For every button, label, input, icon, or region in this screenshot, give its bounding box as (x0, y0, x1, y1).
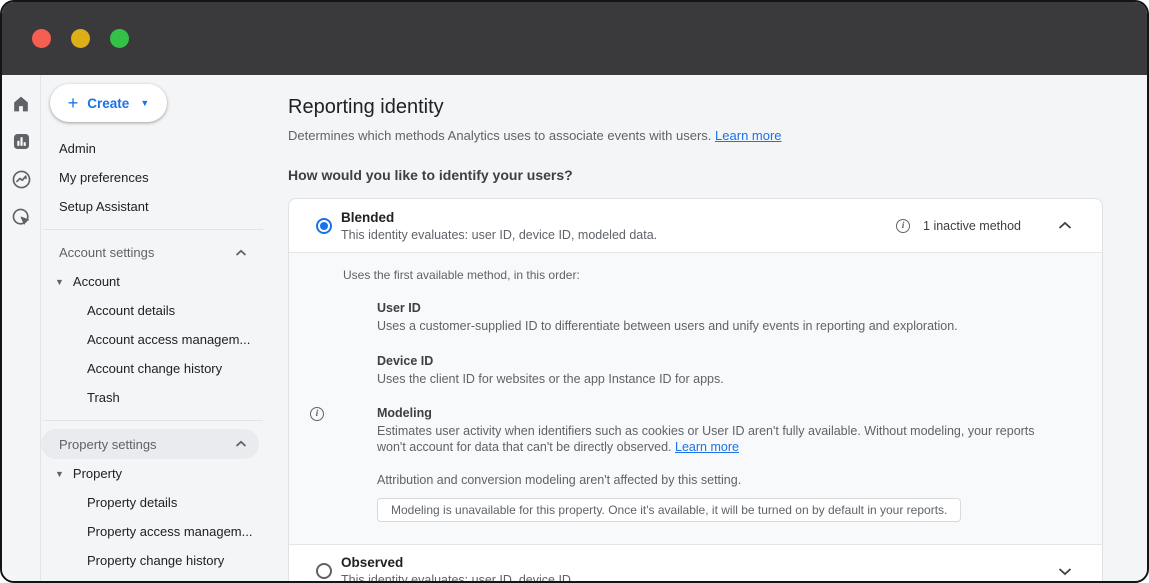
chevron-up-icon (235, 440, 247, 448)
method-name: Device ID (377, 354, 1046, 368)
home-icon[interactable] (11, 93, 32, 114)
method-description: Uses the client ID for websites or the a… (377, 372, 1046, 388)
sidebar-section-label: Account settings (59, 245, 154, 260)
sidebar-item-label: Account change history (87, 361, 222, 376)
sidebar-item-label: Account (73, 274, 120, 289)
sidebar-item-account-details[interactable]: Account details (41, 296, 263, 325)
advertising-icon[interactable] (11, 207, 32, 228)
observed-label: Observed (341, 555, 574, 570)
sidebar-item-property-details[interactable]: Property details (41, 488, 263, 517)
collapse-blended-button[interactable] (1056, 216, 1074, 235)
method-user-id: User ID Uses a customer-supplied ID to d… (343, 301, 1046, 335)
sidebar-item-label: Trash (87, 390, 120, 405)
expander-triangle-icon: ▼ (55, 277, 64, 287)
window-titlebar (2, 2, 1147, 75)
observed-description: This identity evaluates: user ID, device… (341, 573, 574, 583)
blended-details-panel: Uses the first available method, in this… (289, 252, 1102, 545)
chevron-down-icon: ▼ (140, 98, 149, 108)
blended-option-row[interactable]: Blended This identity evaluates: user ID… (289, 199, 1102, 252)
sidebar-section-account-settings[interactable]: Account settings (41, 238, 259, 267)
sidebar-divider (43, 420, 263, 421)
sidebar-item-label: Property (73, 466, 122, 481)
sidebar-item-label: Property access managem... (87, 524, 252, 539)
sidebar-item-property-change-history[interactable]: Property change history (41, 546, 263, 575)
method-modeling: i Modeling Estimates user activity when … (343, 406, 1046, 521)
sidebar-item-property-access-management[interactable]: Property access managem... (41, 517, 263, 546)
sidebar-item-account[interactable]: ▼ Account (41, 267, 263, 296)
sidebar-item-label: Admin (59, 141, 96, 156)
sidebar-item-label: Setup Assistant (59, 199, 149, 214)
minimize-window-button[interactable] (71, 29, 90, 48)
expander-triangle-icon: ▼ (55, 469, 64, 479)
method-name: Modeling (377, 406, 1046, 420)
close-window-button[interactable] (32, 29, 51, 48)
traffic-lights (32, 29, 129, 48)
sidebar-item-property[interactable]: ▼ Property (41, 459, 263, 488)
sidebar-section-label: Property settings (59, 437, 157, 452)
learn-more-link[interactable]: Learn more (715, 128, 781, 143)
create-button-label: Create (87, 96, 129, 111)
chevron-up-icon (235, 249, 247, 257)
inactive-method-badge: 1 inactive method (923, 219, 1021, 233)
chevron-up-icon (1058, 221, 1072, 230)
method-name: User ID (377, 301, 1046, 315)
blended-intro: Uses the first available method, in this… (343, 268, 1046, 282)
modeling-unavailable-alert: Modeling is unavailable for this propert… (377, 498, 961, 522)
page-title: Reporting identity (288, 96, 1103, 119)
main-content: Reporting identity Determines which meth… (263, 75, 1147, 583)
method-description: Uses a customer-supplied ID to different… (377, 319, 1046, 335)
sidebar-item-setup-assistant[interactable]: Setup Assistant (41, 192, 263, 221)
admin-nav: Admin My preferences Setup Assistant Acc… (41, 134, 263, 583)
sidebar-section-property-settings[interactable]: Property settings (41, 429, 259, 459)
sidebar-item-label: Account details (87, 303, 175, 318)
sidebar-item-account-change-history[interactable]: Account change history (41, 354, 263, 383)
page-subtitle-text: Determines which methods Analytics uses … (288, 128, 711, 143)
sidebar-item-scheduled-emails[interactable]: Scheduled emails (41, 575, 263, 583)
method-description: Estimates user activity when identifiers… (377, 424, 1046, 455)
sidebar-item-label: Property change history (87, 553, 224, 568)
zoom-window-button[interactable] (110, 29, 129, 48)
chevron-down-icon (1058, 567, 1072, 576)
sidebar-item-label: Property details (87, 495, 177, 510)
blended-label: Blended (341, 210, 657, 225)
sidebar-item-label: My preferences (59, 170, 149, 185)
reports-icon[interactable] (11, 131, 32, 152)
sidebar-item-admin[interactable]: Admin (41, 134, 263, 163)
page-subtitle: Determines which methods Analytics uses … (288, 128, 1103, 143)
admin-sidebar: + Create ▼ Admin My preferences Setup As… (41, 75, 263, 583)
app-window: + Create ▼ Admin My preferences Setup As… (0, 0, 1149, 583)
nav-rail (2, 75, 41, 583)
sidebar-divider (43, 229, 263, 230)
modeling-learn-more-link[interactable]: Learn more (675, 440, 739, 454)
observed-radio[interactable] (316, 563, 332, 579)
sidebar-item-my-preferences[interactable]: My preferences (41, 163, 263, 192)
reporting-identity-card: Blended This identity evaluates: user ID… (288, 198, 1103, 583)
sidebar-item-trash[interactable]: Trash (41, 383, 263, 412)
create-button[interactable]: + Create ▼ (50, 84, 167, 122)
blended-description: This identity evaluates: user ID, device… (341, 228, 657, 242)
info-icon: i (310, 407, 324, 421)
observed-option-row[interactable]: Observed This identity evaluates: user I… (289, 545, 1102, 583)
sidebar-item-account-access-management[interactable]: Account access managem... (41, 325, 263, 354)
blended-radio[interactable] (316, 218, 332, 234)
plus-icon: + (68, 94, 79, 112)
info-icon: i (896, 219, 910, 233)
identity-question: How would you like to identify your user… (288, 167, 1103, 183)
method-device-id: Device ID Uses the client ID for website… (343, 354, 1046, 388)
expand-observed-button[interactable] (1056, 562, 1074, 581)
modeling-note: Attribution and conversion modeling aren… (377, 473, 1046, 487)
explore-icon[interactable] (11, 169, 32, 190)
sidebar-item-label: Account access managem... (87, 332, 250, 347)
